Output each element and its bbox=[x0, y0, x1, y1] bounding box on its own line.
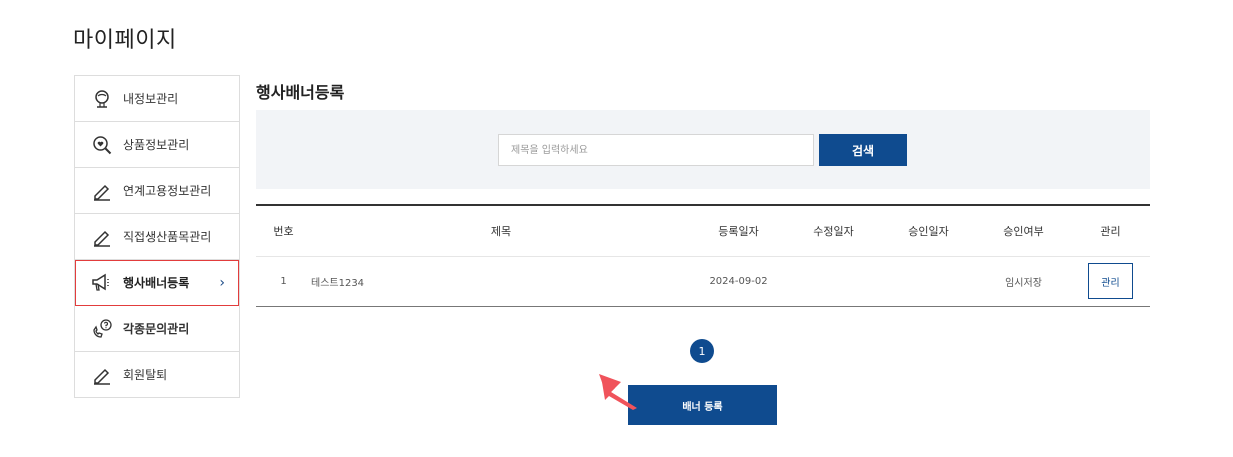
sidebar-item-label: 행사배너등록 bbox=[123, 276, 190, 290]
search-panel: 검색 bbox=[256, 110, 1150, 189]
sidebar-item-label: 회원탈퇴 bbox=[123, 368, 168, 382]
banner-table: 번호 제목 등록일자 수정일자 승인일자 승인여부 관리 1 테스트1234 2… bbox=[256, 204, 1150, 307]
sidebar-item-direct-production[interactable]: 직접생산품목관리 bbox=[75, 214, 239, 260]
cell-registered-date: 2024-09-02 bbox=[691, 256, 786, 307]
pencil-icon bbox=[90, 363, 114, 387]
pagination-page-1[interactable]: 1 bbox=[690, 339, 714, 363]
sidebar-item-product-info[interactable]: 상품정보관리 bbox=[75, 122, 239, 168]
megaphone-icon bbox=[90, 271, 114, 295]
search-button[interactable]: 검색 bbox=[819, 134, 907, 166]
table-row: 1 테스트1234 2024-09-02 임시저장 관리 bbox=[256, 256, 1150, 307]
page-title: 마이페이지 bbox=[73, 28, 177, 53]
column-header-title: 제목 bbox=[311, 205, 691, 257]
pointer-arrow-icon bbox=[599, 374, 637, 410]
cell-title[interactable]: 테스트1234 bbox=[311, 256, 691, 307]
chevron-right-icon: › bbox=[219, 274, 225, 291]
sidebar-item-label: 내정보관리 bbox=[123, 92, 179, 106]
column-header-status: 승인여부 bbox=[976, 205, 1071, 257]
pencil-icon bbox=[90, 179, 114, 203]
column-header-number: 번호 bbox=[256, 205, 311, 257]
column-header-registered: 등록일자 bbox=[691, 205, 786, 257]
table-header-row: 번호 제목 등록일자 수정일자 승인일자 승인여부 관리 bbox=[256, 205, 1150, 257]
section-title: 행사배너등록 bbox=[256, 83, 345, 102]
sidebar-item-label: 상품정보관리 bbox=[123, 138, 190, 152]
sidebar-item-label: 각종문의관리 bbox=[123, 322, 190, 336]
column-header-manage: 관리 bbox=[1071, 205, 1150, 257]
sidebar-item-event-banner[interactable]: 행사배너등록 › bbox=[75, 260, 239, 306]
sidebar-menu: 내정보관리 상품정보관리 연계고용정보관리 직접생산품목관리 행사배너등록 › … bbox=[74, 75, 240, 398]
search-heart-icon bbox=[90, 133, 114, 157]
sidebar-item-withdraw[interactable]: 회원탈퇴 bbox=[75, 352, 239, 398]
cell-approval-status: 임시저장 bbox=[976, 256, 1071, 307]
register-banner-button[interactable]: 배너 등록 bbox=[628, 385, 777, 425]
search-input[interactable] bbox=[498, 134, 814, 166]
cell-manage: 관리 bbox=[1071, 256, 1150, 307]
column-header-approved: 승인일자 bbox=[881, 205, 976, 257]
column-header-modified: 수정일자 bbox=[786, 205, 881, 257]
user-icon bbox=[90, 87, 114, 111]
cell-number: 1 bbox=[256, 256, 311, 307]
sidebar-item-inquiry[interactable]: 각종문의관리 bbox=[75, 306, 239, 352]
cell-approved-date bbox=[881, 256, 976, 307]
sidebar-item-label: 직접생산품목관리 bbox=[123, 230, 212, 244]
cell-modified-date bbox=[786, 256, 881, 307]
sidebar-item-employment-info[interactable]: 연계고용정보관리 bbox=[75, 168, 239, 214]
sidebar-item-label: 연계고용정보관리 bbox=[123, 184, 212, 198]
sidebar-item-my-info[interactable]: 내정보관리 bbox=[75, 76, 239, 122]
pencil-icon bbox=[90, 225, 114, 249]
phone-question-icon bbox=[90, 317, 114, 341]
manage-button[interactable]: 관리 bbox=[1088, 263, 1133, 299]
